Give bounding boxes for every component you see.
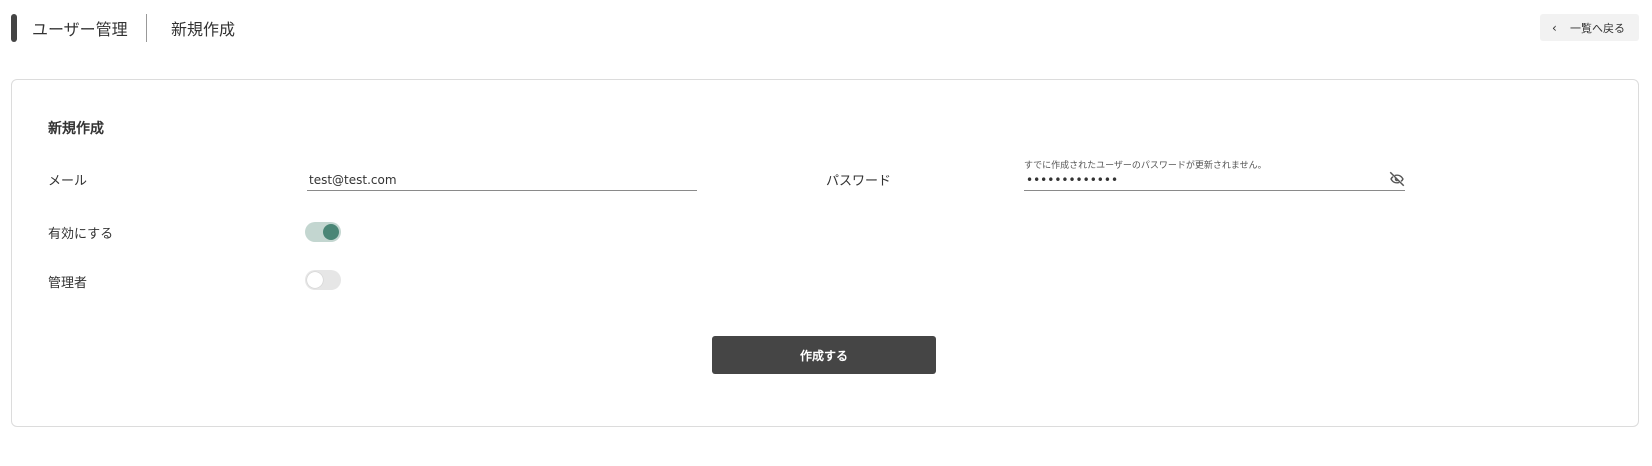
email-label: メール (48, 174, 88, 189)
back-to-list-button[interactable]: ‹ 一覧へ戻る (1540, 14, 1639, 41)
card-title: 新規作成 (48, 121, 104, 137)
breadcrumb-divider (146, 14, 147, 42)
page-header: ユーザー管理 新規作成 ‹ 一覧へ戻る (0, 0, 1652, 56)
email-field[interactable] (307, 171, 697, 191)
page-title: 新規作成 (171, 20, 236, 39)
create-user-card: 新規作成 メール パスワード すでに作成されたユーザーのパスワードが更新されませ… (11, 79, 1639, 427)
breadcrumb-parent[interactable]: ユーザー管理 (32, 16, 128, 40)
chevron-left-icon: ‹ (1552, 20, 1557, 35)
password-hint: すでに作成されたユーザーのパスワードが更新されません。 (1024, 161, 1267, 171)
create-button[interactable]: 作成する (712, 336, 936, 374)
enabled-toggle[interactable] (305, 222, 341, 242)
eye-off-icon[interactable] (1388, 170, 1406, 188)
admin-toggle[interactable] (305, 270, 341, 290)
toggle-knob (307, 272, 323, 288)
enabled-label: 有効にする (48, 227, 114, 242)
toggle-knob (323, 224, 339, 240)
header-accent-bar (11, 14, 17, 42)
password-label: パスワード (826, 174, 892, 189)
admin-label: 管理者 (48, 276, 88, 291)
back-button-label: 一覧へ戻る (1570, 21, 1625, 35)
password-field[interactable] (1024, 171, 1405, 191)
